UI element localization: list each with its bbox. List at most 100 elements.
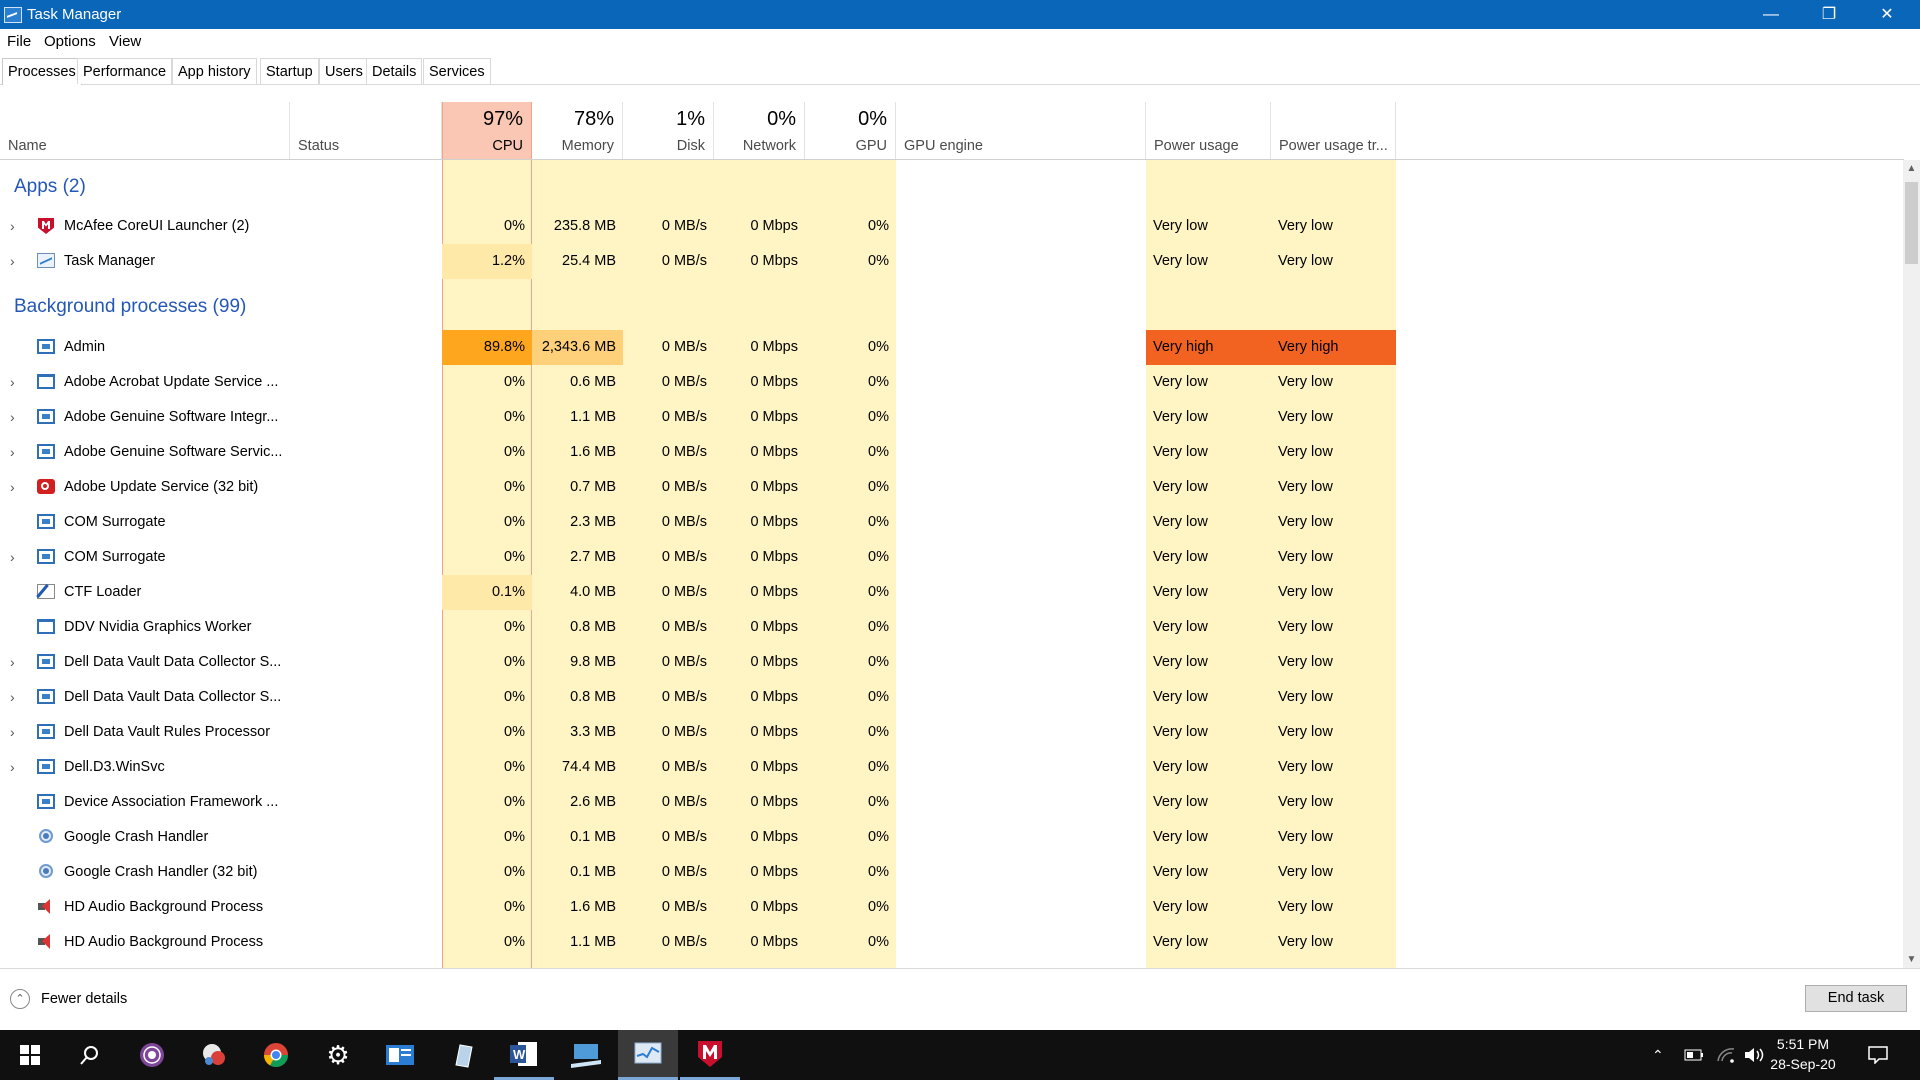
outlook-icon[interactable] [370,1030,430,1080]
expand-chevron-icon[interactable]: › [10,435,15,469]
header-memory[interactable]: 78% Memory [532,102,623,160]
header-status[interactable]: Status [290,102,442,160]
process-row[interactable]: DDV Nvidia Graphics Worker 0% 0.8 MB 0 MB/s… [0,610,1396,645]
memory-value: 0.8 MB [570,619,616,635]
cpu-value: 0% [504,794,525,810]
menu-view[interactable]: View [109,33,141,50]
paint-3d-icon[interactable] [432,1030,492,1080]
show-hidden-icons-icon[interactable]: ⌃ [1652,1030,1664,1080]
process-row[interactable]: Device Association Framework ... 0% 2.6 MB… [0,785,1396,820]
word-icon[interactable]: W [494,1030,554,1080]
menu-options[interactable]: Options [44,33,96,50]
process-row[interactable]: › Dell Data Vault Rules Processor 0% 3.3 MB… [0,715,1396,750]
window-icon [37,654,55,669]
system-clock[interactable]: 5:51 PM 28-Sep-20 [1760,1034,1846,1074]
cpu-value: 0% [504,514,525,530]
disk-value: 0 MB/s [661,689,707,705]
process-row[interactable]: › Adobe Update Service (32 bit) 0% 0.7 MB 0 … [0,470,1396,505]
process-row[interactable]: › Adobe Genuine Software Integr... 0% 1.1 M… [0,400,1396,435]
scroll-thumb[interactable] [1905,182,1918,264]
window-icon [37,339,55,354]
ctf-icon [37,584,55,599]
search-icon[interactable] [60,1030,120,1080]
mcafee-icon[interactable] [680,1030,740,1080]
action-center-icon[interactable] [1868,1030,1888,1080]
expand-chevron-icon[interactable]: › [10,470,15,504]
expand-chevron-icon[interactable]: › [10,400,15,434]
header-network[interactable]: 0% Network [714,102,805,160]
window-title: Task Manager [27,6,122,23]
header-gpu-engine[interactable]: GPU engine [896,102,1146,160]
task-manager-icon[interactable] [618,1030,678,1080]
close-button[interactable]: ✕ [1858,0,1916,29]
end-task-button[interactable]: End task [1805,985,1907,1012]
process-row[interactable]: Google Crash Handler 0% 0.1 MB 0 MB/s 0 Mbps… [0,820,1396,855]
process-row[interactable]: › COM Surrogate 0% 2.7 MB 0 MB/s 0 Mbps 0% Very… [0,540,1396,575]
scroll-down-icon[interactable]: ▼ [1903,951,1920,968]
tab-performance[interactable]: Performance [77,58,173,84]
cpu-value: 0% [504,689,525,705]
network-value: 0 Mbps [750,444,798,460]
process-row[interactable]: › McAfee CoreUI Launcher (2) 0% 235.8 MB 0 M… [0,209,1396,244]
speaker-icon [37,934,55,949]
disk-value: 0 MB/s [661,218,707,234]
wifi-icon[interactable] [1716,1030,1736,1080]
group-apps[interactable]: Apps (2) [14,176,86,198]
process-row[interactable]: › Dell Data Vault Data Collector S... 0% 0.… [0,680,1396,715]
power-trend-value: Very low [1278,409,1333,425]
process-row[interactable]: › Adobe Acrobat Update Service ... 0% 0.6 M… [0,365,1396,400]
vertical-scrollbar[interactable]: ▲ ▼ [1903,160,1920,968]
process-row[interactable]: HD Audio Background Process 0% 1.6 MB 0 MB/… [0,890,1396,925]
disk-value: 0 MB/s [661,619,707,635]
process-row[interactable]: Google Crash Handler (32 bit) 0% 0.1 MB 0 M… [0,855,1396,890]
tab-processes[interactable]: Processes [2,58,82,85]
header-power-usage[interactable]: Power usage [1146,102,1271,160]
expand-chevron-icon[interactable]: › [10,540,15,574]
tab-app-history[interactable]: App history [172,58,257,84]
mcafee-icon [37,218,55,233]
process-row[interactable]: COM Surrogate 0% 2.3 MB 0 MB/s 0 Mbps 0% Very … [0,505,1396,540]
tab-users[interactable]: Users [319,58,369,84]
process-row[interactable]: › Dell.D3.WinSvc 0% 74.4 MB 0 MB/s 0 Mbps 0% Ve… [0,750,1396,785]
expand-chevron-icon[interactable]: › [10,680,15,714]
process-name: CTF Loader [64,584,142,600]
disk-value: 0 MB/s [661,724,707,740]
expand-chevron-icon[interactable]: › [10,244,15,278]
process-row[interactable]: › Adobe Genuine Software Servic... 0% 1.6 M… [0,435,1396,470]
process-row[interactable]: › Dell Data Vault Data Collector S... 0% 9.… [0,645,1396,680]
header-name[interactable]: Name [0,102,290,160]
tor-browser-icon[interactable] [122,1030,182,1080]
expand-chevron-icon[interactable]: › [10,365,15,399]
process-row[interactable]: HD Audio Background Process 0% 1.1 MB 0 MB/… [0,925,1396,960]
process-row[interactable]: Admin 89.8% 2,343.6 MB 0 MB/s 0 Mbps 0% Very h… [0,330,1396,365]
menu-file[interactable]: File [7,33,31,50]
tab-services[interactable]: Services [423,58,491,84]
expand-chevron-icon[interactable]: › [10,715,15,749]
disk-value: 0 MB/s [661,829,707,845]
maximize-button[interactable]: ❐ [1800,0,1858,29]
network-globe-icon[interactable] [184,1030,244,1080]
group-background-processes[interactable]: Background processes (99) [14,296,246,318]
power-trend-value: Very low [1278,794,1333,810]
battery-icon[interactable] [1684,1030,1704,1080]
process-row[interactable]: CTF Loader 0.1% 4.0 MB 0 MB/s 0 Mbps 0% Very l… [0,575,1396,610]
expand-chevron-icon[interactable]: › [10,750,15,784]
tab-details[interactable]: Details [366,58,423,84]
header-power-usage-trend[interactable]: Power usage tr... [1271,102,1396,160]
header-gpu[interactable]: 0% GPU [805,102,896,160]
expand-chevron-icon[interactable]: › [10,209,15,243]
disk-value: 0 MB/s [661,549,707,565]
start-icon[interactable] [0,1030,60,1080]
tab-startup[interactable]: Startup [260,58,319,84]
chrome-icon[interactable] [246,1030,306,1080]
header-disk[interactable]: 1% Disk [623,102,714,160]
expand-chevron-icon[interactable]: › [10,645,15,679]
minimize-button[interactable]: — [1742,0,1800,29]
scroll-up-icon[interactable]: ▲ [1903,160,1920,177]
header-cpu[interactable]: 97% CPU [442,102,532,160]
power-trend-value: Very low [1278,934,1333,950]
remote-desktop-icon[interactable] [556,1030,616,1080]
gpu-value: 0% [868,794,889,810]
process-row[interactable]: › Task Manager 1.2% 25.4 MB 0 MB/s 0 Mbps 0% Ve… [0,244,1396,279]
settings-icon[interactable]: ⚙ [308,1030,368,1080]
